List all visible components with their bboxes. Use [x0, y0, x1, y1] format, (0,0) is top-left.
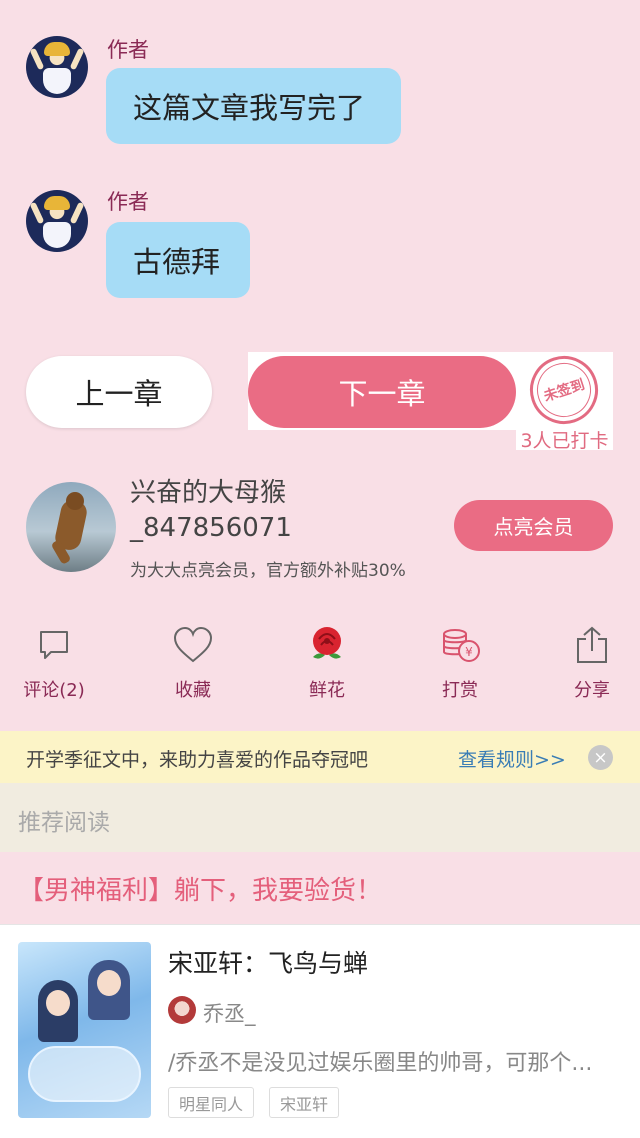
author-label: 作者 [107, 38, 149, 62]
comment-label: 评论(2) [23, 680, 85, 701]
author-avatar[interactable] [26, 190, 88, 252]
tip-action[interactable]: ¥ 打赏 [410, 622, 510, 702]
chat-bubble: 这篇文章我写完了 [106, 68, 401, 144]
activate-vip-button[interactable]: 点亮会员 [454, 500, 613, 551]
member-subtitle: 为大大点亮会员，官方额外补贴30% [130, 561, 406, 581]
checkin-stamp-text: 未签到 [539, 373, 589, 407]
share-action[interactable]: 分享 [542, 622, 640, 702]
promo-link[interactable]: 【男神福利】躺下，我要验货！ [18, 870, 382, 907]
comment-action[interactable]: 评论(2) [4, 622, 104, 702]
user-avatar[interactable] [26, 482, 116, 572]
flower-action[interactable]: 鲜花 [277, 622, 377, 702]
recommend-label: 推荐阅读 [18, 810, 110, 836]
banner-text: 开学季征文中，来助力喜爱的作品夺冠吧 [26, 749, 369, 771]
flower-label: 鲜花 [309, 680, 345, 701]
book-cover[interactable] [18, 942, 151, 1118]
share-label: 分享 [574, 680, 610, 701]
heart-icon [143, 622, 243, 668]
book-tag[interactable]: 宋亚轩 [269, 1087, 340, 1118]
book-author-avatar [168, 996, 196, 1024]
username-line1: 兴奋的大母猴 [130, 478, 287, 508]
rose-icon [277, 622, 377, 668]
author-avatar[interactable] [26, 36, 88, 98]
view-rules-link[interactable]: 查看规则>> [458, 745, 566, 772]
chat-bubble: 古德拜 [106, 222, 250, 298]
book-description: /乔丞不是没见过娱乐圈里的帅哥，可那个... [168, 1051, 593, 1076]
favorite-label: 收藏 [175, 680, 211, 701]
svg-text:¥: ¥ [465, 645, 473, 659]
author-label: 作者 [107, 190, 149, 214]
comment-icon [4, 622, 104, 668]
share-icon [542, 622, 640, 668]
checkin-count: 3人已打卡 [520, 430, 609, 452]
book-tag[interactable]: 明星同人 [168, 1087, 255, 1118]
coins-icon: ¥ [410, 622, 510, 668]
next-chapter-button[interactable]: 下一章 [248, 356, 516, 428]
close-icon[interactable]: × [588, 745, 613, 770]
book-title[interactable]: 宋亚轩：飞鸟与蝉 [168, 944, 368, 980]
favorite-action[interactable]: 收藏 [143, 622, 243, 702]
prev-chapter-button[interactable]: 上一章 [26, 356, 212, 428]
username: 兴奋的大母猴 _847856071 [130, 476, 450, 546]
username-line2: _847856071 [130, 513, 292, 543]
tip-label: 打赏 [442, 680, 478, 701]
book-author: 乔丞_ [203, 1002, 256, 1026]
